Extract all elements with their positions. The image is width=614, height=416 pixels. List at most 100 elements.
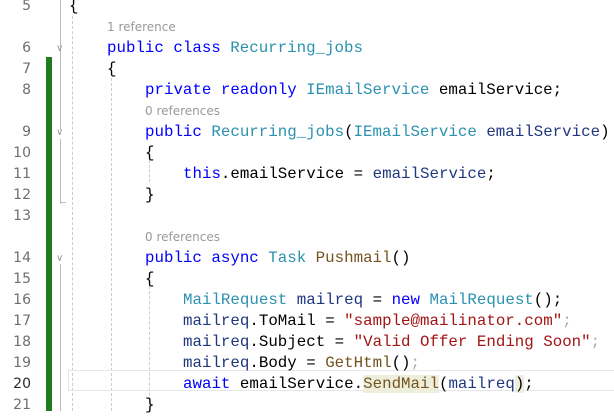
code-text[interactable]: } [145, 395, 154, 416]
code-token: async [211, 249, 259, 267]
code-token: ; [590, 333, 601, 351]
code-text[interactable]: mailreq.Subject = "Valid Offer Ending So… [183, 332, 600, 353]
line-number: 13 [13, 208, 31, 224]
fold-chevron-icon[interactable]: ∨ [56, 128, 65, 138]
code-line: 10 { [0, 143, 614, 164]
code-token: { [69, 0, 79, 15]
code-token: ; [410, 354, 421, 372]
code-line: 5{ [0, 0, 614, 17]
code-token: class [173, 39, 221, 57]
code-token: Recurring_jobs [230, 39, 363, 57]
code-token: .emailService = [220, 165, 373, 183]
code-text[interactable]: } [145, 185, 154, 206]
code-line: 21} [0, 395, 614, 416]
code-token: ; [486, 165, 496, 183]
codelens-row: 0 references [0, 101, 614, 122]
code-token: { [107, 60, 117, 78]
code-text[interactable]: { [69, 0, 78, 17]
codelens-references-link[interactable]: 1 reference [107, 17, 176, 38]
code-token: ) [600, 123, 610, 141]
code-text[interactable]: { [145, 269, 154, 290]
line-number: 11 [13, 166, 31, 182]
code-token: Recurring_jobs [211, 123, 345, 141]
fold-chevron-icon[interactable]: ∨ [56, 44, 65, 54]
code-token: "Valid Offer Ending Soon" [353, 333, 591, 351]
code-token: .ToMail = [249, 312, 345, 330]
code-line: 12} [0, 185, 614, 206]
code-line: 6 ∨ public class Recurring_jobs [0, 38, 614, 59]
code-token: emailService; [429, 81, 563, 99]
line-number: 16 [13, 292, 31, 308]
code-line: 20 await emailService.SendMail(mailreq); [0, 374, 614, 395]
code-text[interactable]: public Recurring_jobs(IEmailService emai… [145, 122, 610, 143]
line-number: 20 [13, 376, 31, 392]
line-number: 6 [22, 40, 31, 56]
code-text[interactable]: { [107, 59, 116, 80]
code-token: ) [514, 375, 525, 393]
fold-chevron-icon[interactable]: ∨ [56, 254, 65, 264]
code-token: emailService [372, 165, 487, 183]
code-token: public [145, 249, 202, 267]
code-token: IEmailService [306, 81, 430, 99]
code-token: { [145, 144, 155, 162]
code-line: 17 mailreq.ToMail = "sample@mailinator.co… [0, 311, 614, 332]
code-token: emailService. [230, 375, 364, 393]
line-number: 9 [22, 124, 31, 140]
code-token: = [363, 291, 392, 309]
code-token: mailreq [183, 354, 250, 372]
line-number: 12 [13, 187, 31, 203]
line-number: 15 [13, 271, 31, 287]
code-token: () [391, 249, 411, 267]
code-token: ; [562, 312, 572, 330]
code-token: } [145, 186, 155, 204]
line-number: 5 [22, 0, 31, 14]
code-token: mailreq [183, 333, 250, 351]
code-token: mailreq [296, 291, 364, 309]
code-text[interactable]: this.emailService = emailService; [183, 164, 496, 185]
line-number: 10 [13, 145, 31, 161]
code-line: 8 private readonly IEmailService emailSer… [0, 80, 614, 101]
line-number: 19 [13, 355, 31, 371]
code-token: IEmailService [353, 123, 477, 141]
line-number: 18 [13, 334, 31, 350]
code-token: this [183, 165, 221, 183]
code-text[interactable]: MailRequest mailreq = new MailRequest(); [183, 290, 562, 311]
code-token: () [391, 354, 411, 372]
line-number: 21 [13, 397, 31, 413]
code-token: Pushmail [315, 249, 392, 267]
code-token: MailRequest [183, 291, 288, 309]
code-line: 14 ∨ public async Task Pushmail() [0, 248, 614, 269]
codelens-row: 0 references [0, 227, 614, 248]
code-text[interactable]: mailreq.ToMail = "sample@mailinator.com"… [183, 311, 572, 332]
code-text[interactable]: mailreq.Body = GetHtml(); [183, 353, 420, 374]
codelens-row: 1 reference [0, 17, 614, 38]
code-line: 18 mailreq.Subject = "Valid Offer Ending … [0, 332, 614, 353]
code-token: readonly [220, 81, 297, 99]
codelens-references-link[interactable]: 0 references [145, 227, 220, 248]
code-text[interactable]: await emailService.SendMail(mailreq); [183, 374, 534, 395]
code-token: await [183, 375, 231, 393]
code-token: } [145, 396, 155, 414]
code-line: 13 [0, 206, 614, 227]
codelens-references-link[interactable]: 0 references [145, 101, 220, 122]
code-text[interactable]: public class Recurring_jobs [107, 38, 363, 59]
code-token: mailreq [183, 312, 250, 330]
code-text[interactable]: public async Task Pushmail() [145, 248, 410, 269]
code-line: 16 MailRequest mailreq = new MailRequest(… [0, 290, 614, 311]
code-text[interactable]: { [145, 143, 154, 164]
code-text[interactable]: private readonly IEmailService emailServ… [145, 80, 562, 101]
line-number: 8 [22, 82, 31, 98]
code-token: ; [524, 375, 534, 393]
line-number: 17 [13, 313, 31, 329]
code-token: (); [533, 291, 563, 309]
